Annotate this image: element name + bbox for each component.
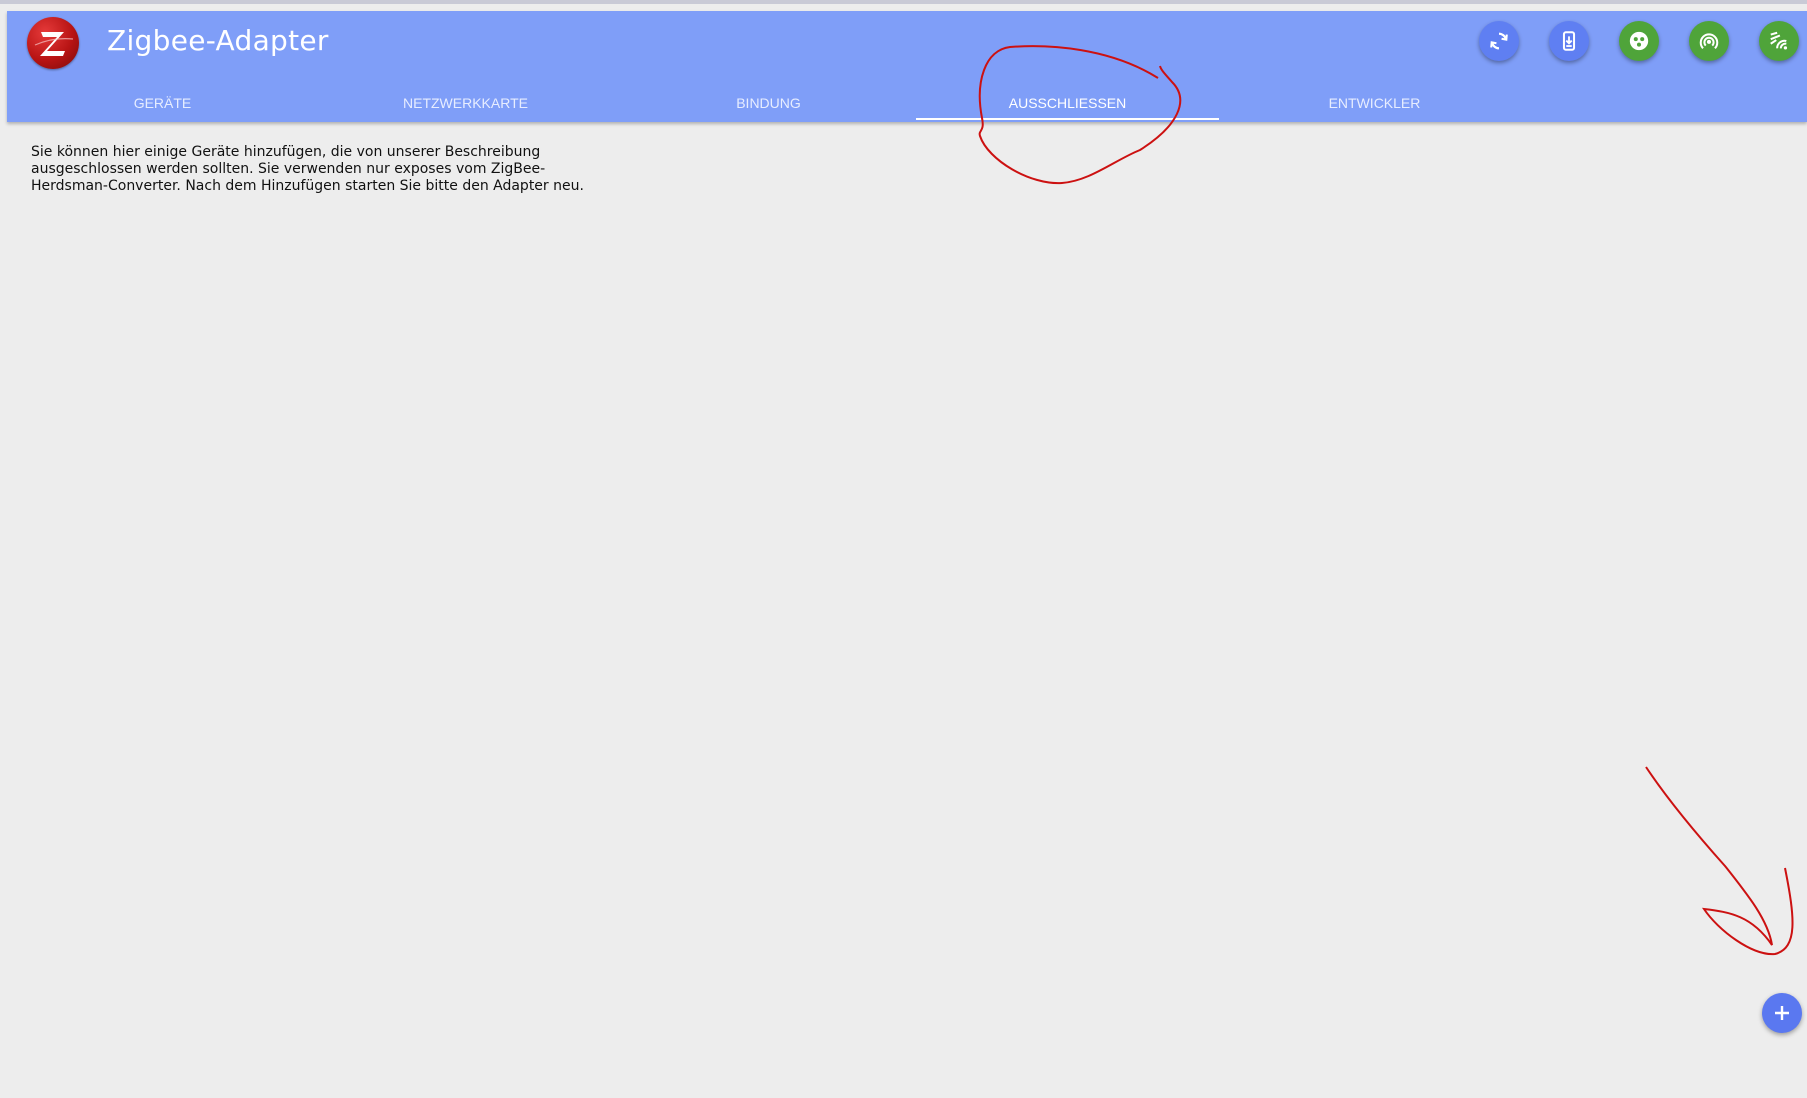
wifi-tool-button[interactable] (1759, 21, 1799, 61)
add-exclude-button[interactable] (1762, 993, 1802, 1033)
tab-netzwerkkarte[interactable]: NETZWERKKARTE (314, 84, 617, 122)
annotation-arrow (1645, 766, 1794, 956)
plus-icon (1775, 1006, 1789, 1020)
refresh-icon (1490, 32, 1508, 50)
exclude-description: Sie können hier einige Geräte hinzufügen… (31, 144, 584, 194)
tab-ausschliessen[interactable]: AUSSCHLIESSEN (916, 84, 1219, 122)
tab-geraete[interactable]: GERÄTE (11, 84, 314, 122)
mobile-download-button[interactable] (1549, 21, 1589, 61)
active-tab-indicator (916, 118, 1219, 120)
tab-bar: GERÄTE NETZWERKKARTE BINDUNG AUSSCHLIESS… (7, 84, 1807, 122)
join-network-button[interactable] (1619, 21, 1659, 61)
zigbee-logo-icon (27, 17, 79, 69)
app-title: Zigbee-Adapter (107, 24, 329, 57)
join-network-icon (1629, 31, 1649, 51)
window-top-border (0, 0, 1807, 4)
refresh-button[interactable] (1479, 21, 1519, 61)
tab-entwickler[interactable]: ENTWICKLER (1223, 84, 1526, 122)
signal-scan-icon (1699, 33, 1719, 50)
signal-scan-button[interactable] (1689, 21, 1729, 61)
app-header: Zigbee-Adapter GERÄTE NETZWERKKARTE BIND… (7, 11, 1807, 122)
mobile-download-icon (1562, 31, 1576, 51)
tab-bindung[interactable]: BINDUNG (617, 84, 920, 122)
wifi-tool-icon (1770, 31, 1788, 50)
